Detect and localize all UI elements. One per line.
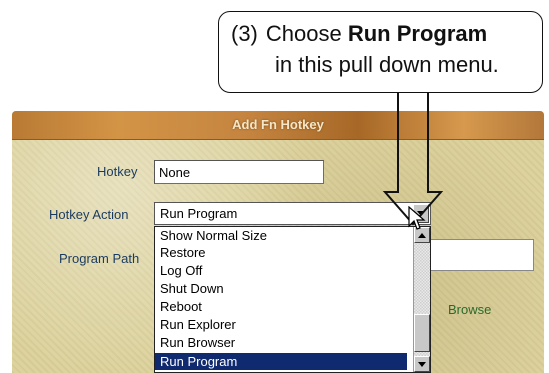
dropdown-item-run-explorer[interactable]: Run Explorer xyxy=(155,316,407,333)
dropdown-scrollbar[interactable] xyxy=(413,227,430,372)
hotkey-action-label: Hotkey Action xyxy=(49,207,129,222)
dropdown-item-run-program[interactable]: Run Program xyxy=(155,353,407,370)
callout-line2: in this pull down menu. xyxy=(275,52,499,77)
callout-prefix: Choose xyxy=(265,21,348,46)
dropdown-item-log-off[interactable]: Log Off xyxy=(155,262,407,279)
dropdown-item-restore[interactable]: Restore xyxy=(155,244,407,261)
hotkey-action-select[interactable]: Run Program xyxy=(154,202,431,225)
dialog-title: Add Fn Hotkey xyxy=(232,117,324,132)
scrollbar-thumb[interactable] xyxy=(414,314,430,352)
title-bar[interactable]: Add Fn Hotkey xyxy=(12,111,544,140)
instruction-callout: (3) Choose Run Program in this pull down … xyxy=(218,11,543,93)
callout-highlight: Run Program xyxy=(347,21,488,46)
callout-line1: (3) Choose Run Program xyxy=(231,21,487,47)
chevron-up-icon[interactable] xyxy=(414,227,430,243)
program-path-label: Program Path xyxy=(59,251,140,266)
hotkey-action-value: Run Program xyxy=(160,206,238,221)
hotkey-action-dropdown-list: Show Normal Size Restore Log Off Shut Do… xyxy=(154,226,431,373)
add-fn-hotkey-dialog: Add Fn Hotkey Hotkey Hotkey Action Run P… xyxy=(12,111,544,373)
browse-button[interactable]: Browse xyxy=(448,302,491,317)
hotkey-input[interactable] xyxy=(154,160,324,184)
hotkey-label: Hotkey xyxy=(97,164,138,179)
dropdown-item-run-browser[interactable]: Run Browser xyxy=(155,334,407,351)
dropdown-item-shut-down[interactable]: Shut Down xyxy=(155,280,407,297)
dropdown-item-reboot[interactable]: Reboot xyxy=(155,298,407,315)
dropdown-item-show-normal-size[interactable]: Show Normal Size xyxy=(155,227,407,244)
step-number: (3) xyxy=(231,21,258,46)
chevron-down-icon[interactable] xyxy=(413,204,429,223)
chevron-down-icon[interactable] xyxy=(414,356,430,372)
